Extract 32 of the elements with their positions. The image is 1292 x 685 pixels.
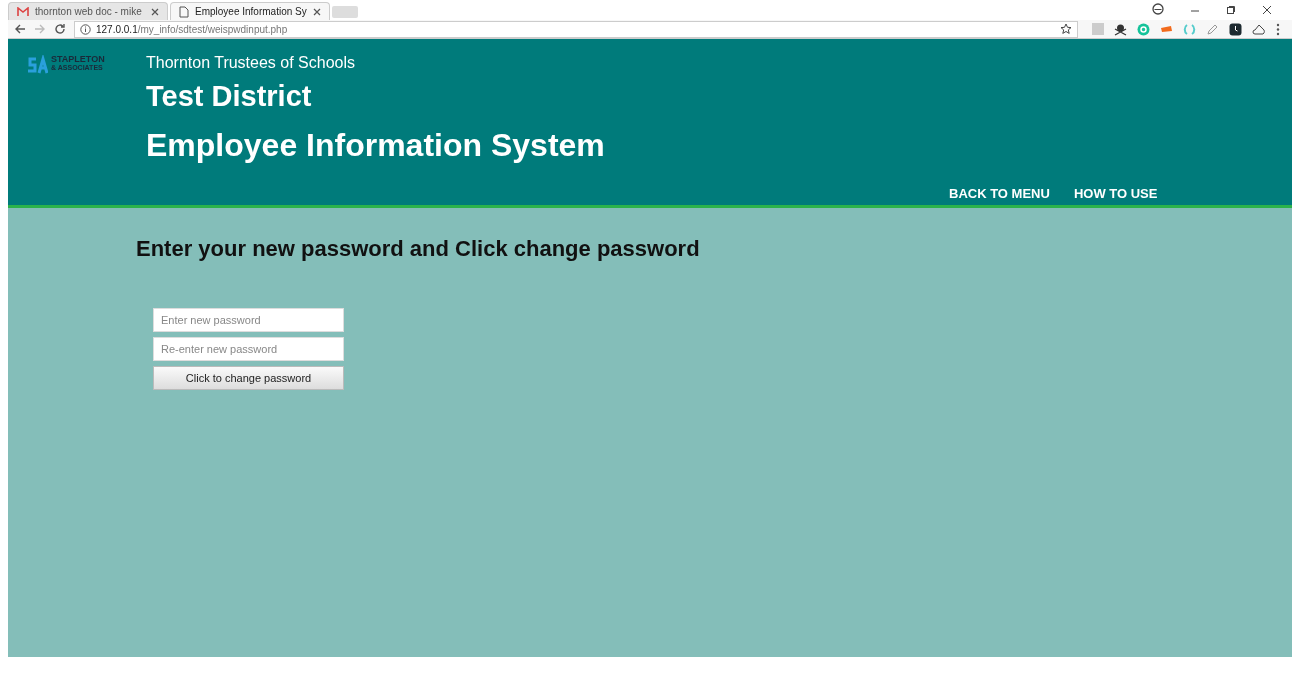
reload-icon[interactable] bbox=[54, 23, 66, 35]
menu-icon[interactable] bbox=[1276, 22, 1280, 36]
close-icon[interactable] bbox=[1262, 5, 1272, 15]
cloud-icon[interactable] bbox=[1252, 23, 1266, 35]
page-icon bbox=[179, 5, 189, 18]
nav-link[interactable]: BACK TO MENU bbox=[949, 186, 1050, 201]
change-password-button[interactable]: Click to change password bbox=[153, 366, 344, 390]
logo-text: STAPLETON bbox=[51, 55, 105, 64]
url-text: 127.0.0.1/my_info/sdtest/weispwdinput.php bbox=[96, 23, 289, 35]
info-icon bbox=[80, 23, 91, 35]
nav-link[interactable]: HOW TO USE bbox=[1073, 186, 1158, 201]
extension-icon[interactable] bbox=[1160, 25, 1173, 33]
tab-title: Employee Information Sy bbox=[195, 6, 307, 17]
restore-icon[interactable] bbox=[1226, 5, 1236, 15]
close-icon[interactable] bbox=[151, 7, 159, 16]
organization-name: Thornton Trustees of Schools bbox=[146, 54, 356, 72]
skull-icon[interactable] bbox=[1114, 22, 1127, 36]
page-heading: Enter your new password and Click change password bbox=[136, 236, 701, 262]
pencil-icon[interactable] bbox=[1206, 22, 1219, 36]
browser-tab[interactable]: thornton web doc - mike bbox=[8, 2, 168, 20]
tab-title: thornton web doc - mike bbox=[35, 6, 143, 17]
browser-tab[interactable]: Employee Information Sy bbox=[170, 2, 330, 20]
back-icon[interactable] bbox=[14, 23, 26, 35]
system-title: Employee Information System bbox=[146, 127, 605, 164]
mail-icon bbox=[17, 6, 29, 17]
star-icon[interactable] bbox=[1060, 23, 1072, 35]
password-field[interactable]: Re-enter new password bbox=[153, 337, 344, 361]
close-icon[interactable] bbox=[313, 7, 321, 16]
clock-icon[interactable] bbox=[1229, 22, 1242, 36]
password-field[interactable]: Enter new password bbox=[153, 308, 344, 332]
district-title: Test District bbox=[146, 80, 313, 113]
address-bar[interactable]: 127.0.0.1/my_info/sdtest/weispwdinput.php bbox=[74, 20, 1078, 38]
